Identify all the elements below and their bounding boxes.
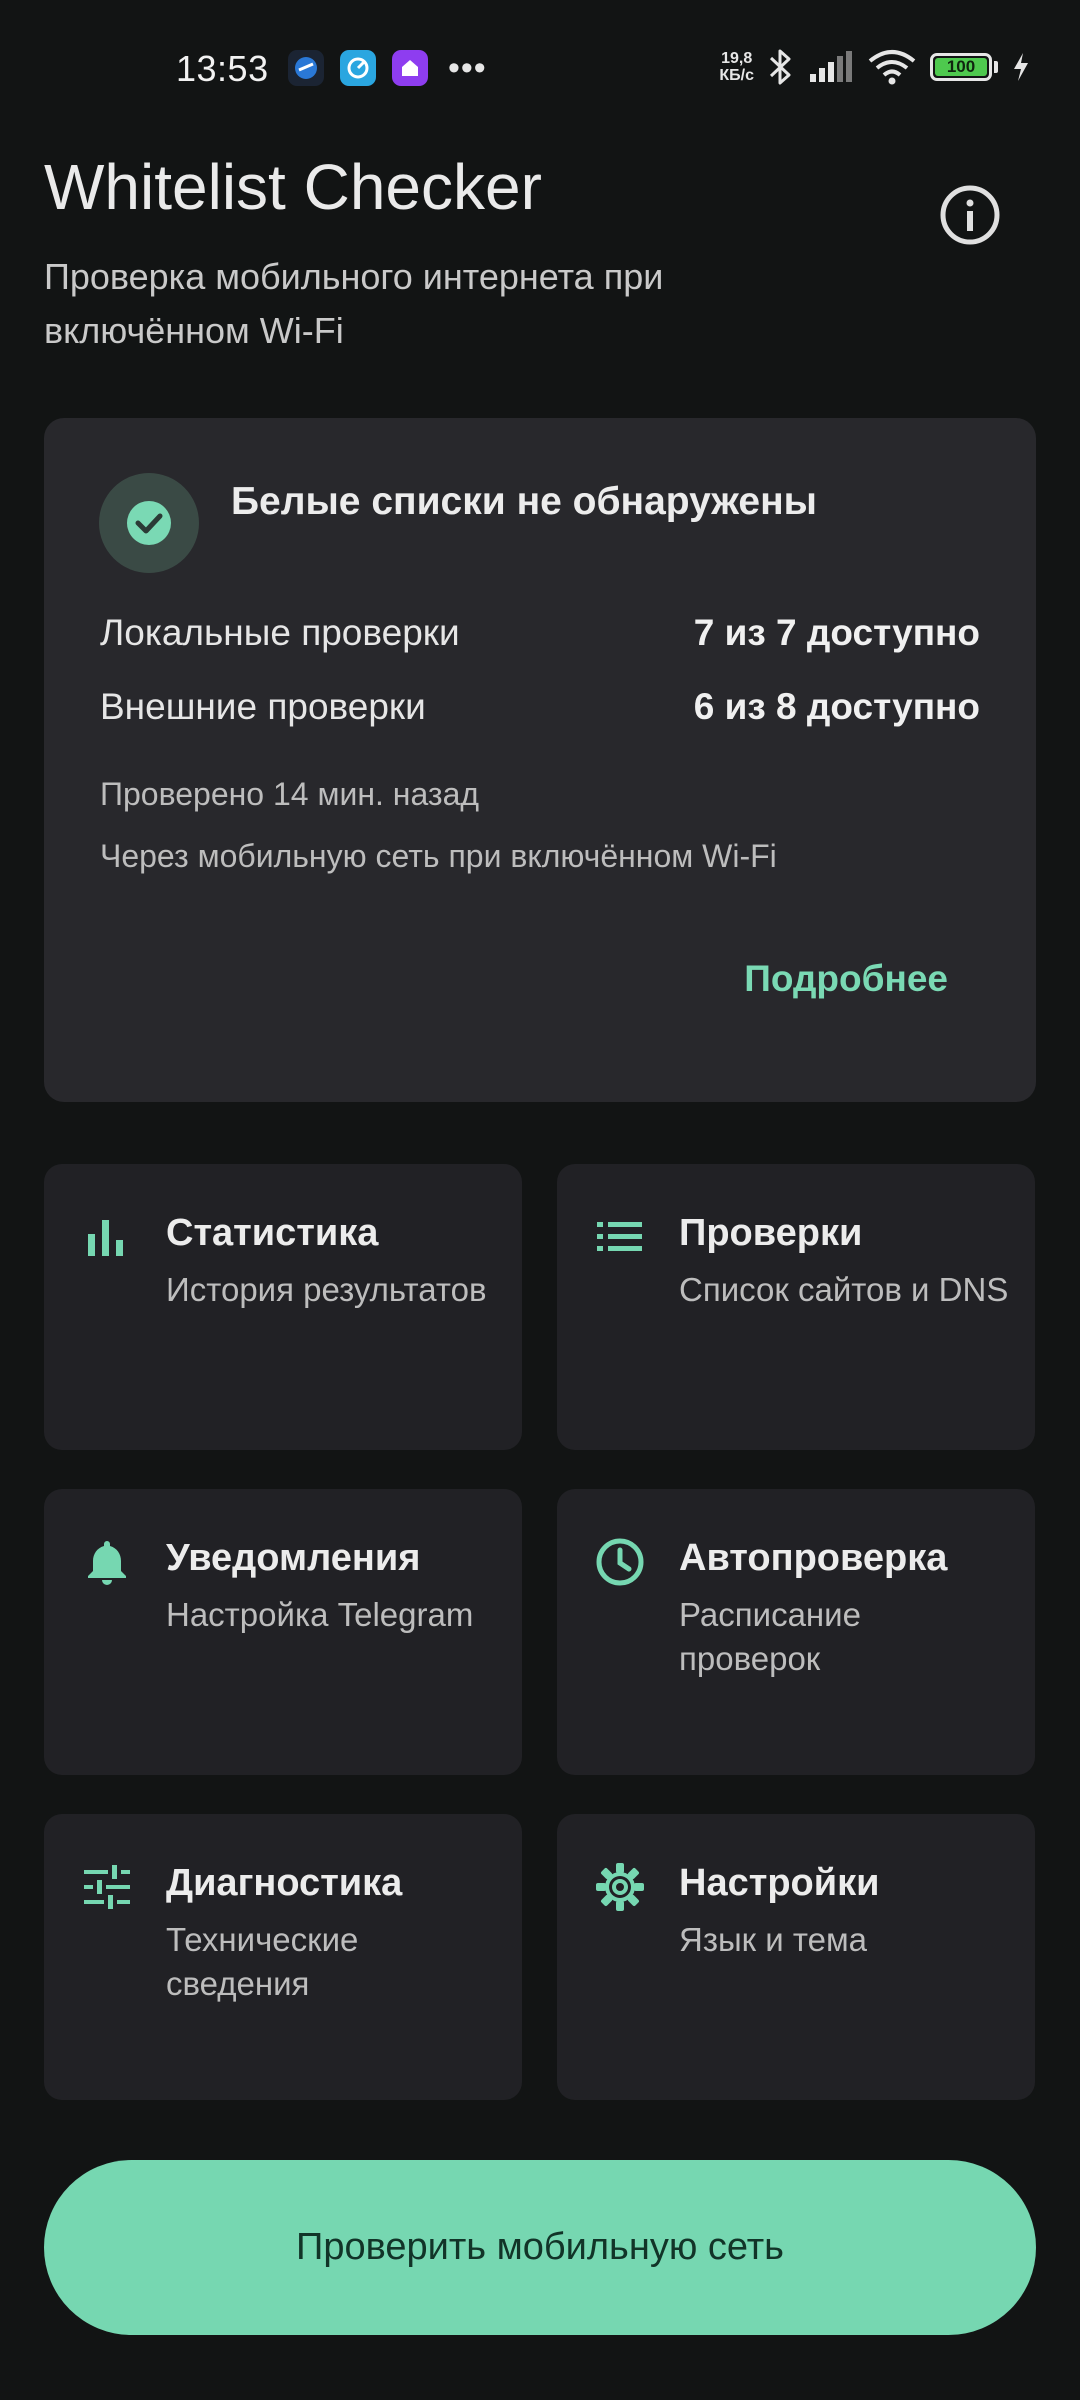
check-method-text: Через мобильную сеть при включённом Wi-F… — [100, 838, 777, 874]
sliders-icon — [84, 1865, 130, 1909]
tile-settings[interactable]: Настройки Язык и тема — [557, 1814, 1035, 2100]
info-button[interactable] — [935, 180, 1005, 250]
tile-subtitle: Расписание проверок — [679, 1596, 861, 1677]
battery-icon: 100 — [930, 53, 992, 81]
tile-statistics[interactable]: Статистика История результатов — [44, 1164, 522, 1450]
battery-level: 100 — [946, 57, 976, 76]
tile-diagnostics[interactable]: Диагностика Технические сведения — [44, 1814, 522, 2100]
tile-checks[interactable]: Проверки Список сайтов и DNS — [557, 1164, 1035, 1450]
external-checks-label: Внешние проверки — [100, 686, 426, 727]
status-time: 13:53 — [176, 48, 269, 89]
tile-notifications[interactable]: Уведомления Настройка Telegram — [44, 1489, 522, 1775]
network-speed-unit: КБ/с — [719, 67, 754, 84]
local-checks-value: 7 из 7 доступно — [693, 612, 980, 653]
app-subtitle: Проверка мобильного интернета при включё… — [44, 256, 664, 351]
network-speed: 19,8 КБ/с — [719, 50, 754, 84]
status-title: Белые списки не обнаружены — [231, 480, 817, 523]
home-notification-icon — [392, 50, 428, 86]
charging-icon — [1014, 53, 1028, 81]
check-mobile-network-button[interactable]: Проверить мобильную сеть — [44, 2160, 1036, 2335]
tile-subtitle: Настройка Telegram — [166, 1596, 474, 1633]
external-checks-row: Внешние проверки 6 из 8 доступно — [100, 686, 980, 728]
battery-indicator: 100 — [930, 53, 998, 81]
more-notifications-icon: ••• — [448, 49, 487, 87]
clock-icon — [596, 1538, 644, 1586]
wifi-icon — [868, 50, 916, 85]
tile-subtitle: Технические сведения — [166, 1921, 359, 2002]
bell-icon — [88, 1541, 126, 1585]
tile-subtitle: Список сайтов и DNS — [679, 1271, 1009, 1308]
last-checked-text: Проверено 14 мин. назад — [100, 776, 480, 812]
tile-title: Диагностика — [166, 1862, 403, 1904]
screen: 13:53 ••• 19,8 КБ/с 100 Whitelist Checke… — [0, 0, 1080, 2400]
bluetooth-icon — [769, 49, 791, 85]
info-icon — [940, 185, 1000, 245]
bar-chart-icon — [88, 1220, 123, 1256]
tile-subtitle: Язык и тема — [679, 1921, 868, 1958]
tile-title: Проверки — [679, 1212, 863, 1254]
external-checks-value: 6 из 8 доступно — [693, 686, 980, 727]
list-icon — [597, 1222, 642, 1251]
details-button[interactable]: Подробнее — [744, 958, 948, 1000]
system-indicators: 19,8 КБ/с 100 — [719, 48, 1030, 86]
browser-notification-icon — [340, 50, 376, 86]
network-speed-value: 19,8 — [721, 50, 753, 67]
notification-icons: ••• — [288, 50, 487, 86]
app-title: Whitelist Checker — [44, 151, 542, 223]
app-notification-icon — [288, 50, 324, 86]
local-checks-label: Локальные проверки — [100, 612, 460, 653]
tile-title: Уведомления — [166, 1537, 421, 1579]
status-card: Белые списки не обнаружены Локальные про… — [44, 418, 1036, 1102]
signal-icon — [810, 51, 852, 82]
gear-icon — [596, 1863, 644, 1911]
tile-subtitle: История результатов — [166, 1271, 487, 1308]
tile-title: Статистика — [166, 1212, 379, 1254]
tile-autocheck[interactable]: Автопроверка Расписание проверок — [557, 1489, 1035, 1775]
status-bar: 13:53 ••• 19,8 КБ/с 100 — [0, 0, 1080, 140]
check-circle-icon — [99, 473, 199, 573]
local-checks-row: Локальные проверки 7 из 7 доступно — [100, 612, 980, 654]
tile-title: Автопроверка — [679, 1537, 948, 1579]
tile-title: Настройки — [679, 1862, 880, 1904]
